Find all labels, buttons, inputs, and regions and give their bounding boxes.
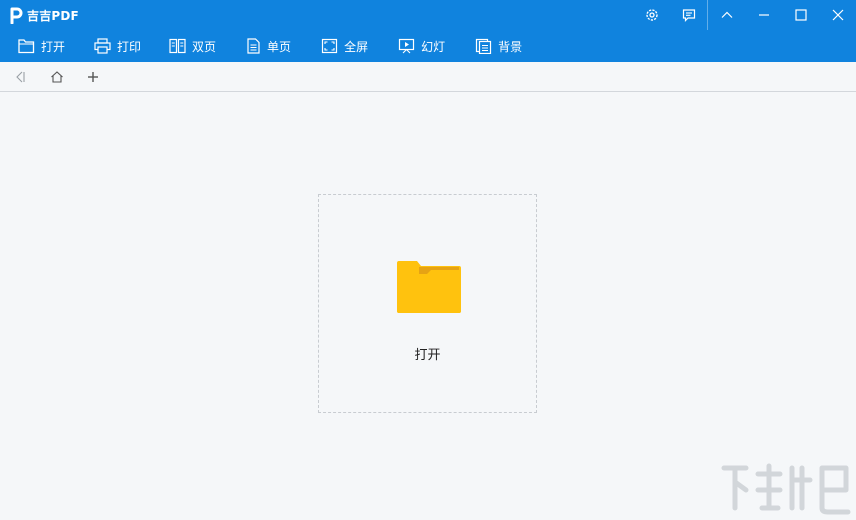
slideshow-button[interactable]: 幻灯 <box>398 32 445 60</box>
feedback-icon <box>682 9 695 22</box>
watermark-logo <box>718 460 854 520</box>
open-file-dropzone[interactable]: 打开 <box>318 194 537 413</box>
open-file-icon <box>18 39 35 54</box>
open-button-label: 打开 <box>41 39 66 54</box>
two-page-button[interactable]: 双页 <box>169 32 216 60</box>
app-logo: 吉吉PDF <box>9 6 79 24</box>
collapse-button[interactable] <box>708 0 745 30</box>
app-title: 吉吉PDF <box>27 8 79 23</box>
fullscreen-button-label: 全屏 <box>344 39 369 54</box>
single-page-button-label: 单页 <box>267 39 292 54</box>
folder-icon-wrapper <box>397 261 461 313</box>
main-area: 打开 <box>0 92 856 520</box>
new-tab-icon <box>88 72 98 82</box>
background-button[interactable]: 背景 <box>475 32 522 60</box>
print-button-label: 打印 <box>117 39 142 54</box>
new-tab-button[interactable] <box>85 69 101 85</box>
open-label: 打开 <box>414 348 441 363</box>
watermark-graphic <box>721 463 851 515</box>
gear-icon <box>645 9 658 21</box>
single-page-icon <box>247 38 260 54</box>
home-icon <box>51 71 63 83</box>
collapse-icon <box>721 11 732 18</box>
open-button[interactable]: 打开 <box>18 32 65 60</box>
background-icon <box>475 38 492 54</box>
back-icon <box>16 71 25 83</box>
feedback-button[interactable] <box>670 0 707 30</box>
folder-icon <box>397 261 461 313</box>
home-button[interactable] <box>49 69 65 85</box>
slideshow-icon <box>398 38 415 54</box>
two-page-icon <box>169 38 186 54</box>
minimize-icon <box>758 14 769 16</box>
tab-bar <box>0 62 856 92</box>
maximize-button[interactable] <box>782 0 819 30</box>
printer-icon <box>94 38 111 54</box>
toolbar: 打开 打印 双页 单页 全屏 幻灯 背景 <box>0 32 522 60</box>
print-button[interactable]: 打印 <box>94 32 141 60</box>
two-page-button-label: 双页 <box>192 39 217 54</box>
maximize-icon <box>794 9 807 21</box>
fullscreen-icon <box>321 38 338 54</box>
back-button[interactable] <box>12 69 28 85</box>
single-page-button[interactable]: 单页 <box>246 32 291 60</box>
fullscreen-button[interactable]: 全屏 <box>321 32 368 60</box>
slideshow-button-label: 幻灯 <box>421 39 446 54</box>
close-icon <box>832 9 843 21</box>
close-button[interactable] <box>819 0 856 30</box>
background-button-label: 背景 <box>498 39 523 54</box>
settings-button[interactable] <box>633 0 670 30</box>
title-bar: 吉吉PDF 打开 打印 双页 单页 全屏 幻灯 背景 <box>0 0 856 62</box>
minimize-button[interactable] <box>745 0 782 30</box>
window-controls <box>633 0 856 30</box>
app-logo-icon <box>10 7 23 24</box>
